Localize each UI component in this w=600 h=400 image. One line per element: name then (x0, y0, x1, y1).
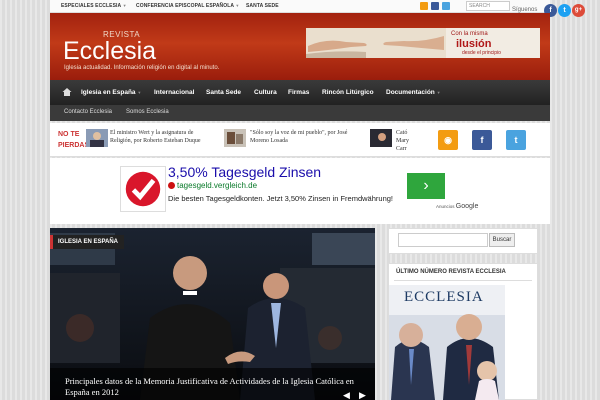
ad-description: Die besten Tagesgeldkonten. Jetzt 3,50% … (168, 194, 393, 203)
widget-divider (394, 280, 532, 281)
nav-item-firmas[interactable]: Firmas (288, 89, 309, 96)
ad-arrow-button[interactable]: › (407, 173, 445, 199)
twitter-small-icon[interactable] (442, 2, 450, 10)
ad-title[interactable]: 3,50% Tagesgeld Zinsen (168, 164, 321, 180)
nav-item-documentacion[interactable]: Documentación ▼ (386, 89, 441, 96)
widget-title: ÚLTIMO NÚMERO REVISTA ECCLESIA (396, 269, 506, 275)
facebook-small-icon[interactable] (431, 2, 439, 10)
sidebar-search-input[interactable] (398, 233, 488, 247)
slider-prev-button[interactable]: ◀ (343, 390, 350, 400)
ad-banner[interactable]: 3,50% Tagesgeld Zinsen tagesgeld.verglei… (50, 158, 550, 224)
top-link-especiales[interactable]: ESPECIALES ECCLESIA ▼ (61, 3, 127, 9)
nav-item-internacional[interactable]: Internacional (154, 89, 194, 96)
nav-item-santa-sede[interactable]: Santa Sede (206, 89, 241, 96)
no-te-pierdas-label: NO TE PIERDAS (58, 131, 90, 149)
ad-url[interactable]: tagesgeld.vergleich.de (177, 181, 257, 190)
banner-line2: ilusión (456, 38, 492, 50)
ntp-item-2[interactable]: "Sólo soy la voz de mi pueblo", por José… (250, 129, 360, 145)
google-plus-icon[interactable]: g+ (572, 4, 585, 17)
category-label[interactable]: IGLESIA EN ESPAÑA (50, 235, 125, 249)
ntp-item-1[interactable]: El ministro Wert y la asignatura de Reli… (110, 129, 212, 145)
top-link-conferencia[interactable]: CONFERENCIA EPISCOPAL ESPAÑOLA ▼ (136, 3, 239, 9)
no-te-pierdas-strip: NO TE PIERDAS El ministro Wert y la asig… (50, 123, 550, 157)
site-header: REVISTA Ecclesia Iglesia actualidad. Inf… (50, 13, 550, 80)
ntp-thumb-2[interactable] (224, 129, 246, 147)
ad-check-logo (120, 166, 166, 212)
subnav-contacto[interactable]: Contacto Ecclesia (64, 109, 112, 115)
nav-item-cultura[interactable]: Cultura (254, 89, 277, 96)
subnav-somos[interactable]: Somos Ecclesia (126, 109, 169, 115)
sub-nav: Contacto Ecclesia Somos Ecclesia (50, 105, 550, 121)
top-link-santa-sede[interactable]: SANTA SEDE (246, 3, 279, 9)
slider-next-button[interactable]: ▶ (359, 390, 366, 400)
featured-caption[interactable]: Principales datos de la Memoria Justific… (65, 376, 355, 398)
twitter-big-icon[interactable]: t (506, 130, 526, 150)
site-logo[interactable]: Ecclesia (63, 37, 156, 66)
ads-by-google[interactable]: Anuncios Google (436, 203, 478, 210)
banner-line1: Con la misma (451, 31, 488, 37)
creation-hands-image (306, 28, 446, 58)
header-banner[interactable]: Con la misma ilusión desde el principio (306, 28, 540, 58)
ntp-item-3[interactable]: Cató Mary Carr (396, 129, 412, 153)
nav-item-iglesia-espana[interactable]: Iglesia en España ▼ (81, 89, 141, 96)
rss-big-icon[interactable]: ◉ (438, 130, 458, 150)
banner-line3: desde el principio (462, 50, 501, 56)
top-search-input[interactable]: SEARCH (466, 1, 510, 11)
rss-icon[interactable] (420, 2, 428, 10)
main-nav: Iglesia en España ▼ Internacional Santa … (50, 80, 550, 105)
featured-slider[interactable]: IGLESIA EN ESPAÑA Principales datos de l… (50, 228, 375, 400)
ntp-thumb-1[interactable] (86, 129, 108, 147)
twitter-icon[interactable]: t (558, 4, 571, 17)
ad-favicon-icon (168, 182, 175, 189)
nav-item-rincon-liturgico[interactable]: Rincón Litúrgico (322, 89, 374, 96)
site-tagline: Iglesia actualidad. Información religión… (64, 65, 220, 71)
facebook-big-icon[interactable]: f (472, 130, 492, 150)
home-icon[interactable] (62, 87, 72, 97)
ntp-thumb-3[interactable] (370, 129, 392, 147)
sidebar-search-button[interactable]: Buscar (489, 233, 515, 247)
cover-title: ECCLESIA (404, 289, 484, 305)
